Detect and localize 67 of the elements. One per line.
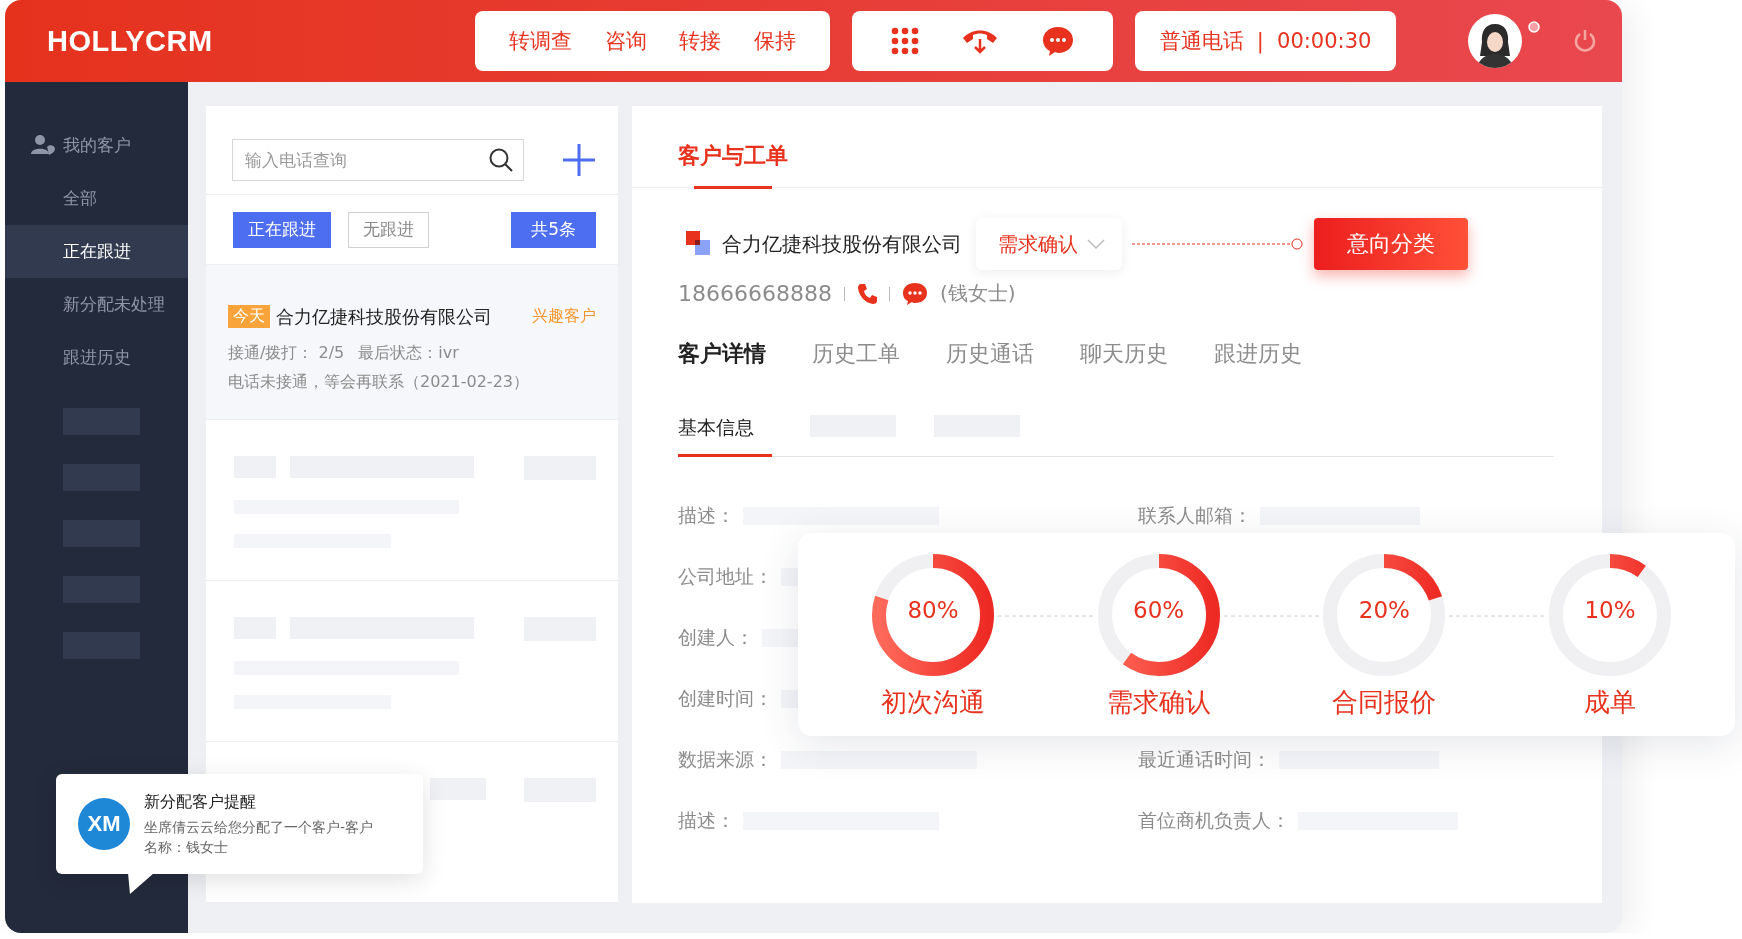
phone-number: 18666668888	[678, 281, 832, 306]
classify-button[interactable]: 意向分类	[1314, 218, 1468, 270]
last-state: 最后状态：ivr	[358, 342, 459, 364]
call-type-label: 普通电话	[1159, 28, 1244, 55]
call-stats: 接通/拨打： 2/5	[228, 342, 345, 364]
section-title: 客户与工单	[678, 141, 788, 187]
sidebar-item[interactable]: 新分配未处理	[5, 278, 188, 331]
notification-title: 新分配客户提醒	[144, 791, 257, 813]
field-label: 最近通话时间：	[1138, 746, 1271, 772]
separator: |	[1256, 29, 1264, 53]
customer-list-item[interactable]: 今天 合力亿捷科技股份有限公司 兴趣客户 接通/拨打： 2/5 最后状态：ivr 电话未接通，等会再联系（2021-02-23）	[206, 264, 618, 420]
stage-label: 初次沟通	[881, 686, 985, 719]
users-icon	[31, 134, 57, 156]
percent-label: 60%	[1132, 597, 1186, 623]
notification-message: 坐席倩云云给您分配了一个客户-客户名称：钱女士	[144, 817, 375, 857]
percent-label: 80%	[906, 597, 960, 623]
field-label: 联系人邮箱：	[1138, 502, 1252, 528]
tab[interactable]: 跟进历史	[1214, 339, 1302, 369]
sub-tab[interactable]: 基本信息	[678, 415, 772, 457]
tab[interactable]: 客户详情	[678, 339, 766, 369]
chat-icon[interactable]	[1040, 25, 1075, 57]
field-label: 首位商机负责人：	[1138, 807, 1290, 833]
stage-label: 成单	[1583, 686, 1636, 719]
call-timer: 00:00:30	[1277, 29, 1372, 53]
category-tag: 兴趣客户	[532, 306, 596, 328]
stage-label: 需求确认	[1106, 686, 1211, 719]
field-label: 描述：	[678, 807, 735, 833]
call-action-button[interactable]: 转调查	[503, 23, 579, 59]
filter-button[interactable]: 正在跟进	[233, 211, 331, 248]
search-field[interactable]: 输入电话查询	[232, 139, 524, 182]
date-tag: 今天	[228, 305, 270, 329]
percent-label: 10%	[1583, 597, 1637, 623]
tab[interactable]: 历史工单	[812, 339, 900, 369]
field-label: 创建人：	[678, 624, 754, 650]
status-dot-icon	[1528, 21, 1540, 33]
notification-avatar: XM	[78, 798, 130, 850]
stage-dropdown[interactable]: 需求确认	[976, 218, 1122, 270]
stage-label: 合同报价	[1332, 686, 1437, 719]
chat-icon[interactable]	[901, 281, 928, 306]
dialpad-icon[interactable]	[890, 26, 921, 56]
company-name: 合力亿捷科技股份有限公司	[722, 230, 962, 258]
sidebar-header: 我的客户	[63, 133, 131, 157]
add-icon[interactable]	[562, 143, 596, 178]
app-logo: HOLLYCRM	[47, 24, 214, 58]
field-label: 数据来源：	[678, 746, 773, 772]
chevron-down-icon	[1086, 238, 1106, 250]
field-label: 描述：	[678, 502, 735, 528]
tab[interactable]: 历史通话	[946, 339, 1034, 369]
company-name: 合力亿捷科技股份有限公司	[276, 304, 492, 329]
phone-icon[interactable]	[856, 282, 877, 305]
call-action-button[interactable]: 咨询	[598, 23, 653, 59]
sidebar-item[interactable]: 正在跟进	[5, 225, 188, 278]
call-action-button[interactable]: 保持	[747, 23, 802, 59]
percent-label: 20%	[1357, 597, 1411, 623]
user-avatar[interactable]	[1468, 14, 1522, 68]
sidebar-item[interactable]: 全部	[5, 172, 188, 225]
sidebar-item[interactable]: 跟进历史	[5, 331, 188, 384]
search-icon	[488, 147, 514, 174]
company-logo-icon	[686, 231, 712, 257]
field-label: 公司地址：	[678, 563, 773, 589]
contact-name: (钱女士)	[939, 280, 1016, 307]
field-label: 创建时间：	[678, 685, 773, 711]
count-badge: 共5条	[511, 211, 596, 248]
filter-button[interactable]: 无跟进	[348, 211, 429, 248]
tab[interactable]: 聊天历史	[1080, 339, 1168, 369]
call-action-button[interactable]: 转接	[673, 23, 728, 59]
follow-up-note: 电话未接通，等会再联系（2021-02-23）	[228, 371, 530, 393]
